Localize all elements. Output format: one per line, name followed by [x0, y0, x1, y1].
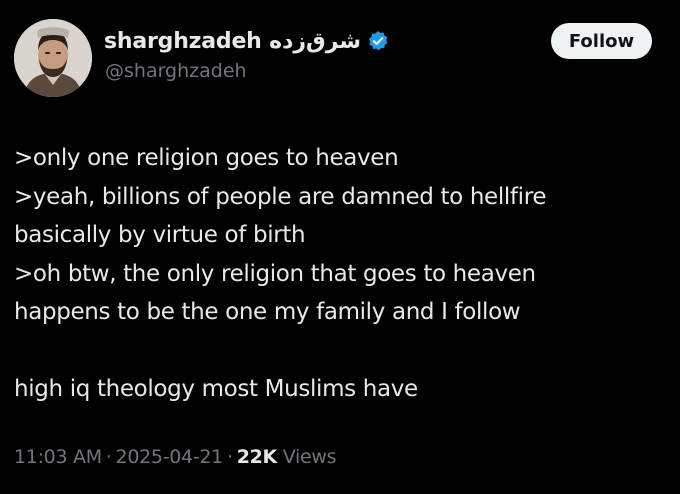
author-display-name[interactable]: sharghzadeh شرق‌زده [104, 29, 361, 54]
tweet-line: >only one religion goes to heaven [14, 145, 399, 171]
avatar-photo [14, 19, 92, 97]
tweet-line: basically by virtue of birth [14, 222, 306, 248]
author-handle[interactable]: @sharghzadeh [105, 60, 247, 82]
follow-button[interactable]: Follow [551, 23, 652, 59]
meta-separator: · [226, 446, 233, 468]
tweet-meta: 11:03 AM · 2025-04-21 · 22K Views [14, 446, 337, 468]
tweet-header: sharghzadeh شرق‌زده @sharghzadeh Follow [14, 19, 666, 97]
tweet-line: >yeah, billions of people are damned to … [14, 183, 547, 210]
tweet-date[interactable]: 2025-04-21 [116, 446, 224, 468]
tweet-line: high iq theology most Muslims have [14, 376, 418, 402]
tweet-line: >oh btw, the only religion that goes to … [14, 260, 536, 287]
verified-badge-icon [367, 30, 389, 52]
tweet-text: >only one religion goes to heaven >yeah,… [14, 139, 666, 409]
avatar[interactable] [14, 19, 92, 97]
tweet-time[interactable]: 11:03 AM [14, 446, 102, 468]
views-count: 22K [236, 446, 278, 468]
author-name-row: sharghzadeh شرق‌زده [104, 26, 389, 56]
meta-separator: · [105, 446, 112, 468]
tweet-line: happens to be the one my family and I fo… [14, 299, 521, 325]
views-label: Views [282, 446, 337, 468]
